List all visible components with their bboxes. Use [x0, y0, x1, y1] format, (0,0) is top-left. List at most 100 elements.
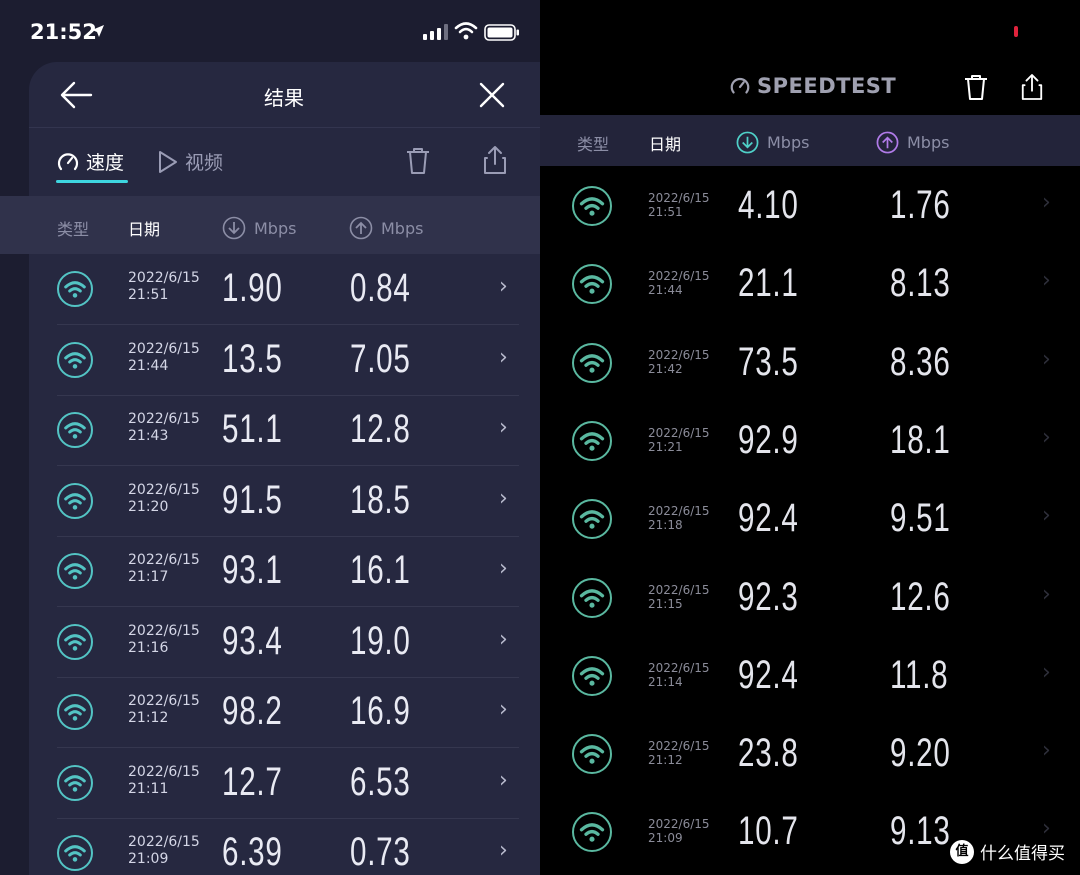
wifi-icon: [57, 835, 93, 871]
result-time: 21:18: [648, 518, 683, 533]
column-header: 类型 日期 Mbps Mbps: [540, 115, 1080, 166]
result-time: 21:09: [648, 831, 683, 846]
column-download: Mbps: [736, 131, 809, 154]
upload-value: 18.1: [890, 417, 951, 462]
wifi-icon: [572, 186, 612, 226]
column-type: 类型: [57, 220, 90, 239]
wifi-icon: [572, 420, 612, 461]
result-row[interactable]: 2022/6/15 21:44 21.1 8.13 ›: [540, 244, 1080, 322]
watermark: 值 什么值得买: [950, 839, 1065, 864]
result-row[interactable]: 2022/6/15 21:14 92.4 11.8 ›: [540, 636, 1080, 714]
result-datetime: 2022/6/15 21:18: [648, 504, 710, 532]
download-value: 92.4: [738, 496, 799, 541]
location-arrow-icon: [92, 25, 104, 37]
download-value: 73.5: [738, 339, 799, 384]
result-time: 21:09: [128, 851, 169, 867]
download-value: 6.39: [222, 830, 283, 874]
result-date: 2022/6/15: [128, 552, 200, 568]
result-date: 2022/6/15: [648, 817, 710, 832]
share-icon[interactable]: [482, 144, 508, 176]
result-row[interactable]: 2022/6/15 21:42 73.5 8.36 ›: [540, 323, 1080, 401]
upload-value: 18.5: [350, 477, 411, 522]
result-date: 2022/6/15: [128, 622, 200, 639]
chevron-right-icon: ›: [499, 415, 508, 440]
upload-value: 8.36: [890, 339, 951, 384]
upload-value: 7.05: [350, 336, 411, 381]
result-row[interactable]: 2022/6/15 21:20 91.5 18.5 ›: [29, 466, 540, 537]
brand-name: SPEEDTEST: [757, 74, 897, 98]
column-date: 日期: [128, 220, 161, 239]
download-value: 21.1: [738, 261, 799, 306]
trash-icon[interactable]: [963, 73, 989, 101]
result-row[interactable]: 2022/6/15 21:43 51.1 12.8 ›: [29, 395, 540, 466]
result-time: 21:12: [648, 753, 683, 768]
result-datetime: 2022/6/15 21:51: [128, 270, 200, 304]
tab-video[interactable]: 视频: [157, 148, 223, 175]
result-row[interactable]: 2022/6/15 21:21 92.9 18.1 ›: [540, 401, 1080, 479]
chevron-right-icon: ›: [1042, 268, 1051, 294]
upload-value: 12.8: [350, 407, 411, 451]
play-icon: [159, 150, 177, 173]
speed-gauge-icon: [730, 77, 750, 94]
close-icon[interactable]: [477, 80, 507, 110]
result-row[interactable]: 2022/6/15 21:12 23.8 9.20 ›: [540, 714, 1080, 792]
download-unit: Mbps: [767, 133, 810, 152]
cellular-signal-icon: [423, 24, 448, 40]
result-datetime: 2022/6/15 21:51: [648, 191, 710, 219]
result-date: 2022/6/15: [648, 739, 710, 754]
trash-icon[interactable]: [405, 146, 431, 176]
left-app-screen: 21:52 结果 速度 视频 类型 日期 Mbps Mbps 2022/6/15…: [0, 0, 540, 875]
upload-value: 12.6: [890, 574, 951, 619]
result-row[interactable]: 2022/6/15 21:12 98.2 16.9 ›: [29, 677, 540, 748]
wifi-icon: [572, 342, 612, 383]
result-row[interactable]: 2022/6/15 21:09 6.39 0.73 ›: [29, 818, 540, 875]
chevron-right-icon: ›: [1042, 738, 1051, 764]
tab-video-label: 视频: [185, 152, 224, 174]
wifi-icon: [572, 734, 612, 775]
result-datetime: 2022/6/15 21:42: [648, 348, 710, 376]
wifi-icon: [572, 264, 612, 305]
result-row[interactable]: 2022/6/15 21:16 93.4 19.0 ›: [29, 607, 540, 678]
upload-value: 19.0: [350, 618, 411, 663]
share-icon[interactable]: [1020, 72, 1044, 102]
brand-logo: SPEEDTEST: [729, 74, 896, 98]
wifi-icon: [572, 499, 612, 540]
page-title: 结果: [264, 86, 304, 110]
result-time: 21:14: [648, 674, 683, 689]
status-time: 21:52: [30, 20, 97, 44]
column-upload: Mbps: [349, 216, 423, 240]
download-value: 51.1: [222, 407, 283, 451]
result-time: 21:12: [128, 710, 169, 726]
result-row[interactable]: 2022/6/15 21:51 4.10 1.76 ›: [540, 166, 1080, 244]
chevron-right-icon: ›: [1042, 659, 1051, 685]
chevron-right-icon: ›: [499, 344, 508, 370]
wifi-icon: [57, 341, 93, 378]
upload-unit: Mbps: [381, 218, 424, 238]
result-row[interactable]: 2022/6/15 21:51 1.90 0.84 ›: [29, 254, 540, 325]
upload-value: 11.8: [890, 652, 949, 697]
active-tab-indicator: [56, 180, 128, 183]
chevron-right-icon: ›: [499, 838, 508, 863]
chevron-right-icon: ›: [499, 485, 508, 511]
result-date: 2022/6/15: [128, 270, 200, 286]
download-value: 13.5: [222, 336, 283, 381]
wifi-icon: [57, 694, 93, 730]
result-row[interactable]: 2022/6/15 21:15 92.3 12.6 ›: [540, 558, 1080, 636]
result-row[interactable]: 2022/6/15 21:11 12.7 6.53 ›: [29, 748, 540, 819]
result-row[interactable]: 2022/6/15 21:44 13.5 7.05 ›: [29, 325, 540, 396]
chevron-right-icon: ›: [1042, 816, 1051, 842]
upload-value: 0.73: [350, 830, 411, 874]
tab-speed[interactable]: 速度: [56, 148, 124, 175]
column-upload: Mbps: [876, 131, 949, 154]
chevron-right-icon: ›: [499, 767, 508, 793]
result-datetime: 2022/6/15 21:44: [128, 341, 200, 375]
download-value: 92.3: [738, 574, 799, 619]
result-row[interactable]: 2022/6/15 21:17 93.1 16.1 ›: [29, 536, 540, 607]
chevron-right-icon: ›: [499, 274, 508, 299]
result-datetime: 2022/6/15 21:21: [648, 426, 710, 454]
download-value: 10.7: [738, 809, 799, 854]
result-row[interactable]: 2022/6/15 21:18 92.4 9.51 ›: [540, 479, 1080, 557]
result-time: 21:43: [128, 428, 169, 444]
wifi-icon: [57, 623, 93, 660]
result-date: 2022/6/15: [128, 411, 200, 427]
